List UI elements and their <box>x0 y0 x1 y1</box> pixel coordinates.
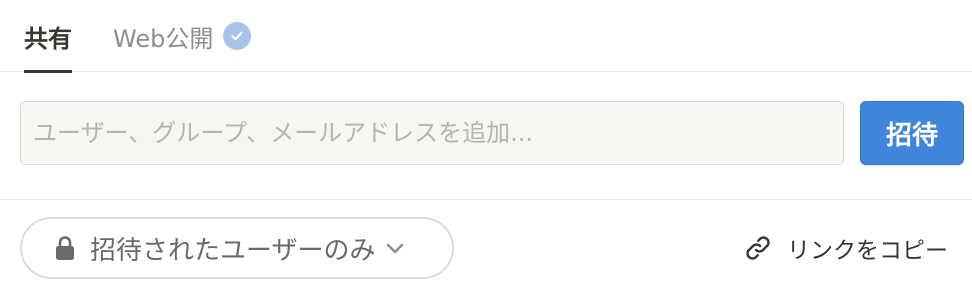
copy-link-label: リンクをコピー <box>787 238 948 264</box>
share-footer: 招待されたユーザーのみ リンクをコピー <box>0 200 972 290</box>
invite-button-label: 招待 <box>885 120 938 151</box>
invite-row: 招待 <box>0 72 972 200</box>
chevron-down-icon <box>385 241 405 255</box>
link-icon <box>743 233 773 263</box>
tab-bar: 共有 Web公開 <box>0 0 972 73</box>
tab-share[interactable]: 共有 <box>24 0 72 73</box>
invite-button[interactable]: 招待 <box>860 101 964 165</box>
access-level-dropdown[interactable]: 招待されたユーザーのみ <box>20 217 454 279</box>
tab-web-publish-label: Web公開 <box>113 24 214 53</box>
share-panel: 共有 Web公開 招待 招待されたユーザーのみ <box>0 0 972 290</box>
tab-share-label: 共有 <box>24 24 72 53</box>
tab-web-publish[interactable]: Web公開 <box>113 0 252 72</box>
copy-link-button[interactable]: リンクをコピー <box>743 230 948 266</box>
lock-icon <box>54 235 76 261</box>
invite-search-input[interactable] <box>20 101 844 165</box>
access-level-label: 招待されたユーザーのみ <box>90 235 376 266</box>
verified-check-icon <box>223 22 252 50</box>
